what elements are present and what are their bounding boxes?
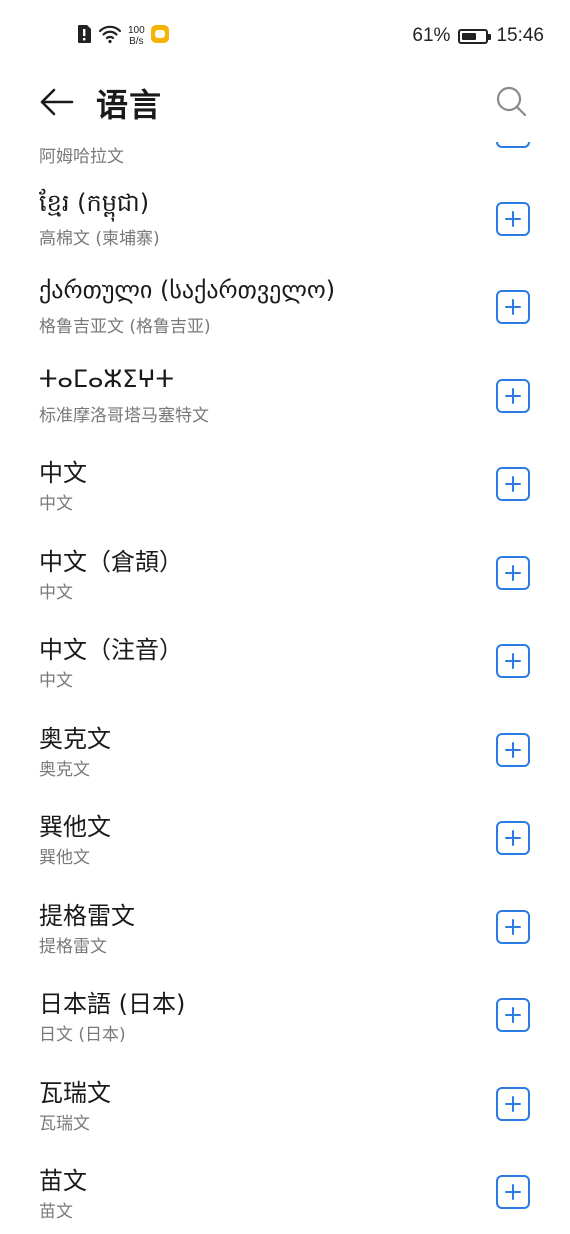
list-item[interactable]: 奥克文 奥克文	[0, 707, 570, 795]
language-name: 巽他文	[39, 813, 111, 841]
network-speed-unit: B/s	[129, 36, 144, 47]
network-speed: 100 B/s	[128, 25, 145, 47]
battery-fill	[462, 32, 476, 40]
language-subtitle: 中文	[39, 494, 73, 514]
battery-percent: 61%	[412, 25, 451, 46]
add-language-button[interactable]	[496, 290, 530, 324]
language-name: ខ្មែរ (កម្ពុជា)	[39, 189, 150, 217]
status-bar-right: 61% 15:46	[412, 22, 544, 50]
add-language-button[interactable]	[496, 998, 530, 1032]
add-language-button[interactable]	[496, 821, 530, 855]
list-item[interactable]: 中文（倉頡） 中文	[0, 530, 570, 618]
list-item[interactable]: ქართული (საქართველო) 格鲁吉亚文 (格鲁吉亚)	[0, 264, 570, 352]
language-name: ქართული (საქართველო)	[39, 276, 336, 304]
search-button[interactable]	[494, 84, 530, 120]
language-subtitle: 苗文	[39, 1202, 73, 1222]
search-icon	[496, 86, 527, 117]
language-name: 中文（倉頡）	[39, 548, 183, 576]
clock: 15:46	[496, 25, 544, 46]
list-item[interactable]: ⵜⴰⵎⴰⵣⵉⵖⵜ 标准摩洛哥塔马塞特文	[0, 353, 570, 441]
language-subtitle: 中文	[39, 583, 73, 603]
language-list[interactable]: 阿姆哈拉文 ខ្មែរ (កម្ពុជា) 高棉文 (柬埔寨) ქართული …	[0, 136, 570, 1234]
page-title: 语言	[96, 86, 163, 124]
language-subtitle: 日文 (日本)	[39, 1025, 126, 1045]
list-item[interactable]: 苗文 苗文	[0, 1149, 570, 1234]
status-bar-left: 100 B/s	[76, 22, 169, 50]
language-subtitle: 提格雷文	[39, 937, 107, 957]
language-name: 中文	[39, 459, 87, 487]
list-item[interactable]: 中文（注音） 中文	[0, 618, 570, 706]
sim-alert-icon	[76, 24, 92, 48]
add-language-button[interactable]	[496, 1175, 530, 1209]
language-name: ⵜⴰⵎⴰⵣⵉⵖⵜ	[39, 365, 174, 393]
add-language-button[interactable]	[496, 910, 530, 944]
language-subtitle: 格鲁吉亚文 (格鲁吉亚)	[39, 317, 211, 337]
language-subtitle: 阿姆哈拉文	[39, 147, 124, 167]
add-language-button[interactable]	[496, 467, 530, 501]
add-language-button[interactable]	[496, 556, 530, 590]
add-language-button[interactable]	[496, 644, 530, 678]
language-subtitle: 瓦瑞文	[39, 1114, 90, 1134]
language-subtitle: 高棉文 (柬埔寨)	[39, 229, 160, 249]
add-language-button[interactable]	[496, 379, 530, 413]
list-item[interactable]: 日本語 (日本) 日文 (日本)	[0, 972, 570, 1060]
list-item[interactable]: ខ្មែរ (កម្ពុជា) 高棉文 (柬埔寨)	[0, 176, 570, 264]
back-arrow-icon	[40, 88, 74, 116]
notification-app-icon	[150, 25, 169, 47]
status-bar: 100 B/s 61% 15:46	[0, 0, 570, 72]
list-item[interactable]: 提格雷文 提格雷文	[0, 884, 570, 972]
language-name: 瓦瑞文	[39, 1079, 111, 1107]
back-button[interactable]	[36, 82, 76, 122]
language-subtitle: 奥克文	[39, 760, 90, 780]
battery-icon	[458, 28, 492, 44]
add-language-button[interactable]	[496, 733, 530, 767]
language-subtitle: 标准摩洛哥塔马塞特文	[39, 406, 209, 426]
list-item-partial[interactable]: 阿姆哈拉文	[0, 136, 570, 176]
add-language-button[interactable]	[496, 1087, 530, 1121]
language-name: 中文（注音）	[39, 636, 183, 664]
language-subtitle: 巽他文	[39, 848, 90, 868]
app-bar: 语言	[0, 72, 570, 136]
add-language-button[interactable]	[496, 142, 530, 148]
add-language-button[interactable]	[496, 202, 530, 236]
language-name: 奥克文	[39, 725, 111, 753]
list-item[interactable]: 瓦瑞文 瓦瑞文	[0, 1061, 570, 1149]
list-item[interactable]: 中文 中文	[0, 441, 570, 529]
network-speed-value: 100	[128, 25, 145, 36]
language-name: 苗文	[39, 1167, 87, 1195]
language-subtitle: 中文	[39, 671, 73, 691]
language-name: 提格雷文	[39, 902, 135, 930]
list-item[interactable]: 巽他文 巽他文	[0, 795, 570, 883]
wifi-icon	[98, 24, 122, 48]
language-name: 日本語 (日本)	[39, 990, 186, 1018]
